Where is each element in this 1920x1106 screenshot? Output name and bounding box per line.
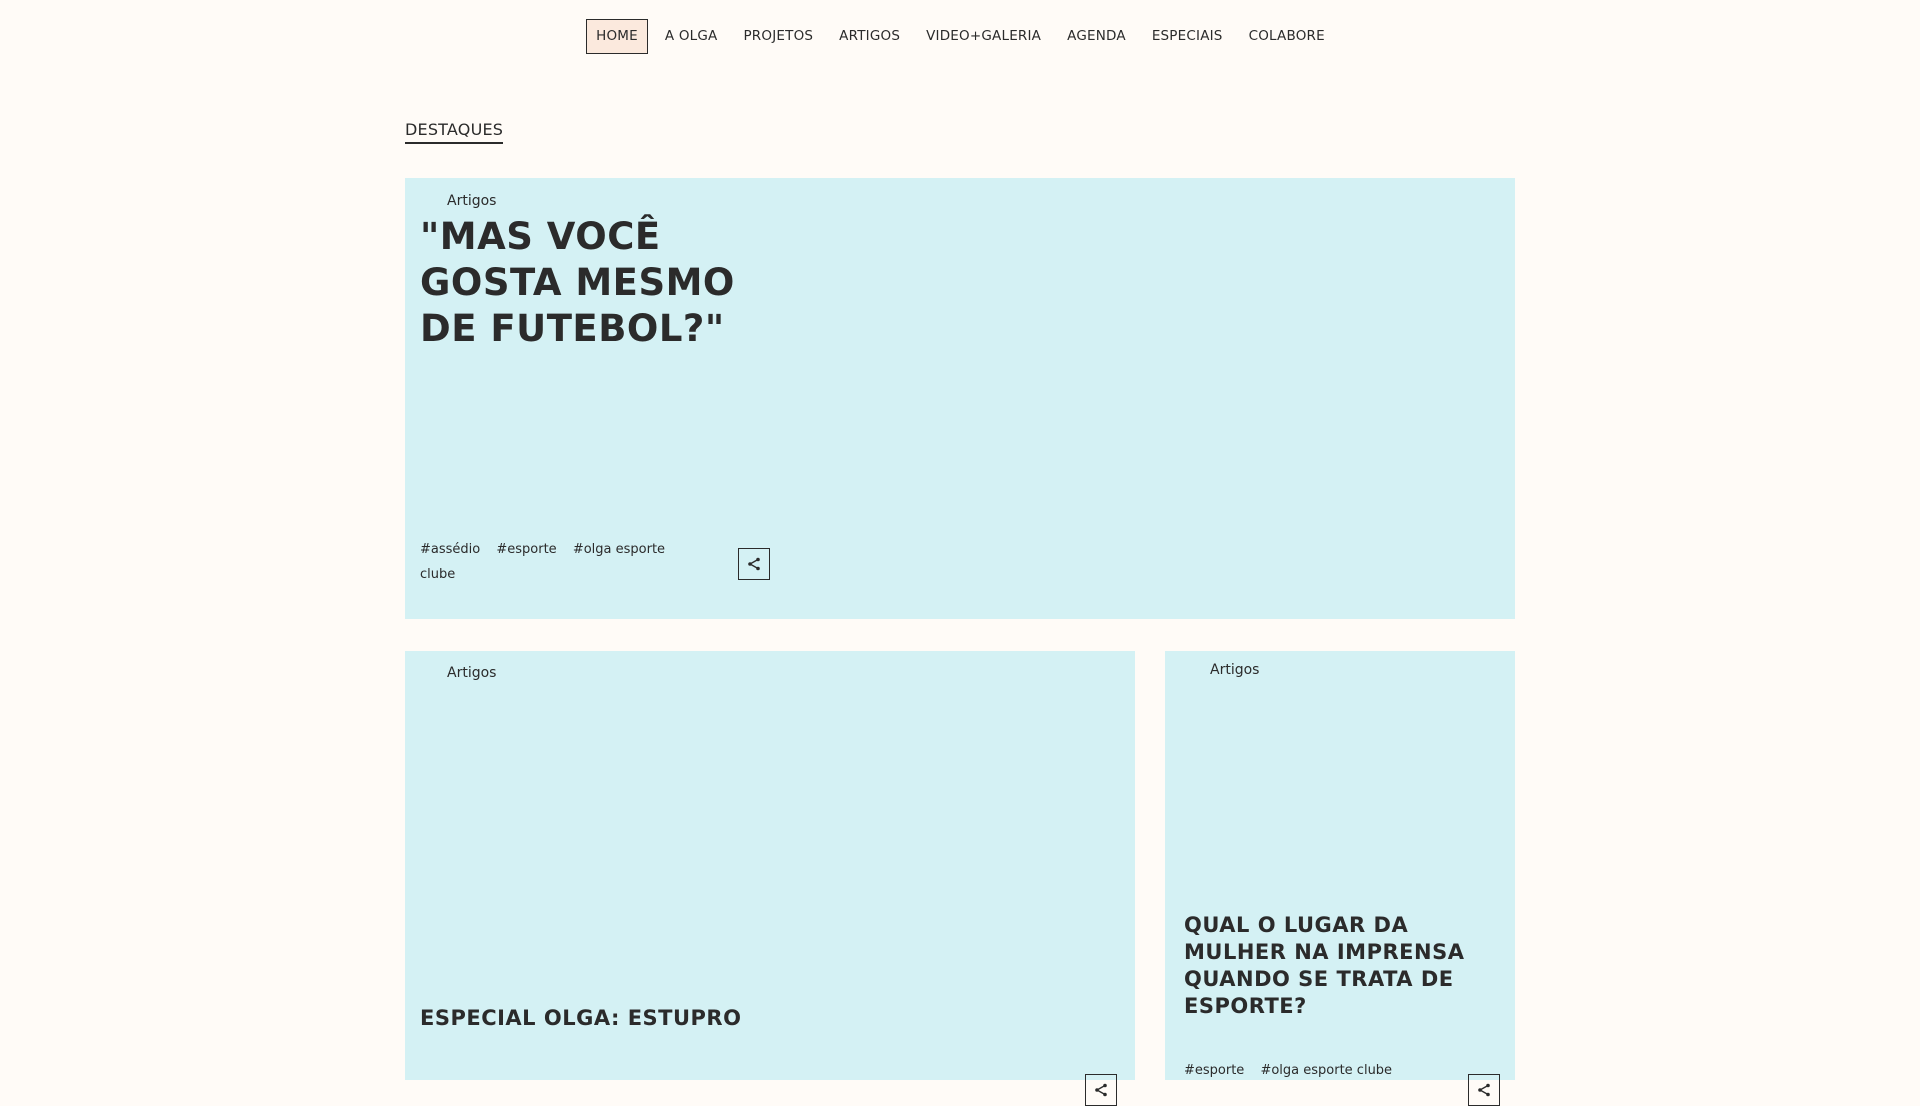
tag[interactable]: #esporte (496, 542, 556, 557)
card-tags: #esporte #olga esporte clube (1184, 1058, 1454, 1083)
share-button[interactable] (1085, 1074, 1117, 1106)
nav-item-a-olga[interactable]: A OLGA (656, 20, 727, 53)
share-button[interactable] (738, 548, 770, 580)
nav-item-projetos[interactable]: PROJETOS (734, 20, 822, 53)
nav-item-artigos[interactable]: ARTIGOS (830, 20, 909, 53)
card-category[interactable]: Artigos (447, 665, 496, 681)
card-title[interactable]: "MAS VOCÊ GOSTA MESMO DE FUTEBOL?" (420, 214, 790, 352)
tag[interactable]: #esporte (1184, 1063, 1244, 1078)
tag[interactable]: #olga esporte clube (1260, 1063, 1392, 1078)
nav-item-home[interactable]: HOME (586, 19, 648, 54)
share-icon (1095, 1083, 1107, 1097)
nav-item-especiais[interactable]: ESPECIAIS (1143, 20, 1232, 53)
tag[interactable]: #assédio (420, 542, 480, 557)
section-title: DESTAQUES (405, 120, 504, 144)
card-title[interactable]: QUAL O LUGAR DA MULHER NA IMPRENSA QUAND… (1184, 912, 1499, 1020)
card-title[interactable]: ESPECIAL OLGA: ESTUPRO (420, 1005, 1020, 1032)
nav-item-video-galeria[interactable]: VIDEO+GALERIA (917, 20, 1050, 53)
share-icon (1478, 1083, 1490, 1097)
article-card[interactable]: Artigos ESPECIAL OLGA: ESTUPRO (405, 651, 1135, 1106)
card-category[interactable]: Artigos (1210, 662, 1259, 678)
featured-card[interactable]: Artigos "MAS VOCÊ GOSTA MESMO DE FUTEBOL… (405, 178, 1515, 619)
nav-item-colabore[interactable]: COLABORE (1240, 20, 1334, 53)
nav-list: HOME A OLGA PROJETOS ARTIGOS VIDEO+GALER… (582, 19, 1338, 54)
nav-item-agenda[interactable]: AGENDA (1058, 20, 1135, 53)
article-card[interactable]: Artigos QUAL O LUGAR DA MULHER NA IMPREN… (1165, 651, 1515, 1106)
card-tags: #assédio #esporte #olga esporte clube (420, 537, 680, 587)
card-category[interactable]: Artigos (447, 193, 496, 209)
share-button[interactable] (1468, 1074, 1500, 1106)
main-nav: HOME A OLGA PROJETOS ARTIGOS VIDEO+GALER… (0, 19, 1920, 54)
share-icon (748, 557, 760, 571)
